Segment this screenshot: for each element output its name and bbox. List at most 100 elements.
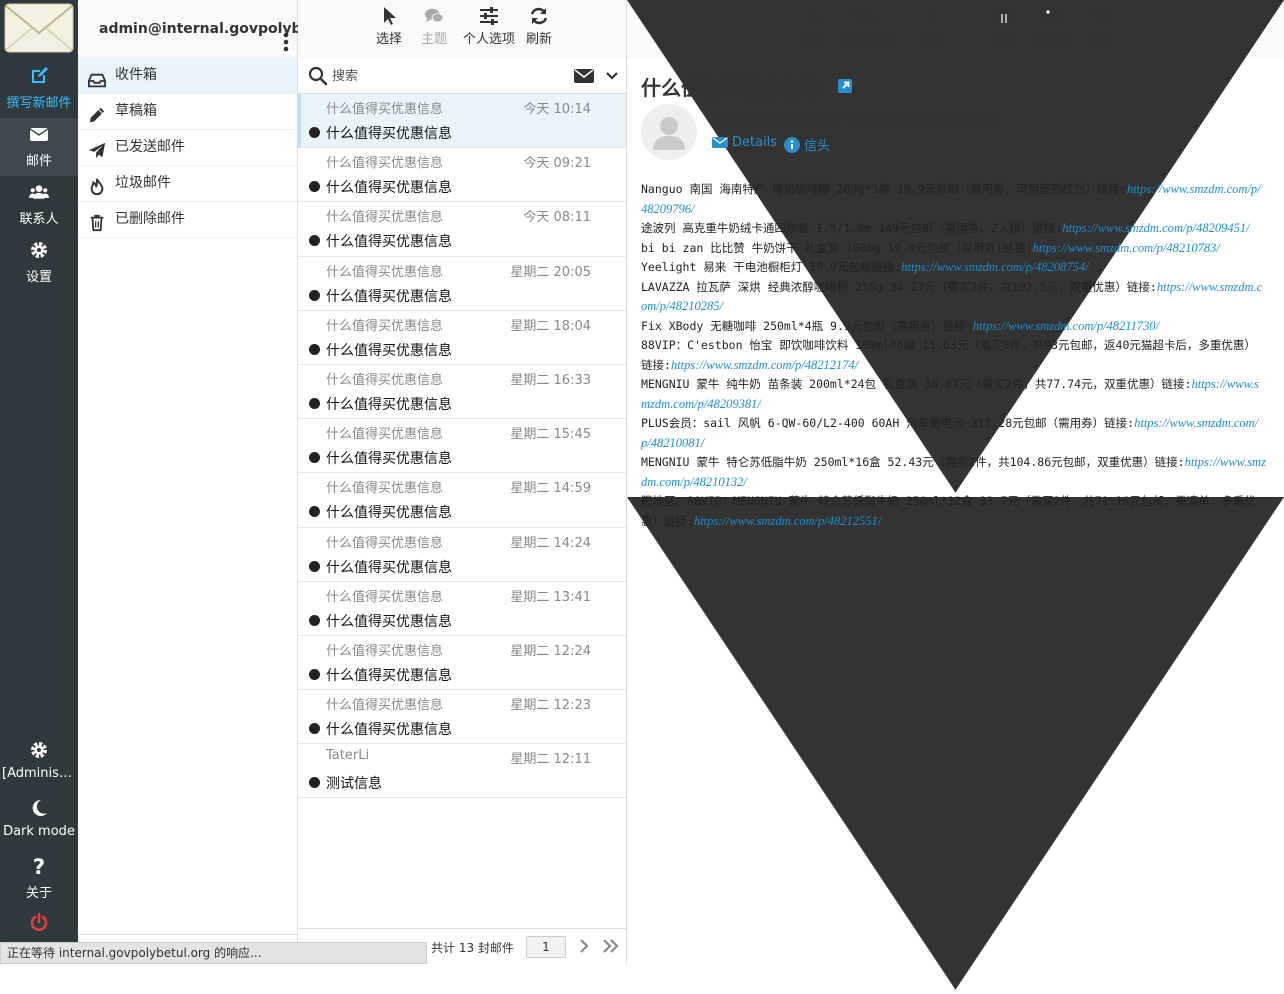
nav-about[interactable]: ? 关于 [0, 850, 78, 908]
message-sender: 什么值得买优惠信息 [326, 261, 443, 280]
message-date: 星期二 16:33 [510, 369, 591, 388]
folder-inbox[interactable]: 收件箱 [78, 58, 297, 94]
list-toolbar: 选择 主题 个人选项 刷新 [298, 0, 626, 58]
message-row[interactable]: 什么值得买优惠信息今天 08:11什么值得买优惠信息 [298, 202, 626, 256]
reply-all-label: 回复全部 [840, 32, 892, 47]
forward-button[interactable]: 转发 [920, 6, 946, 47]
envelope-filter-icon[interactable] [574, 68, 594, 84]
body-line: 88VIP：C'estbon 怡宝 即饮咖啡饮料 180ml*6罐 11.63元… [641, 336, 1266, 375]
fire-icon [88, 175, 106, 193]
next-page-icon[interactable] [577, 937, 591, 955]
threads-button[interactable]: 主题 [421, 6, 447, 47]
open-in-new-window-icon[interactable] [838, 79, 852, 93]
body-line-text: LAVAZZA 拉瓦萨 深烘 经典浓醇咖啡粉 250g 34.17元（需买3件，… [641, 280, 1157, 294]
reply-label: 回复 [799, 32, 825, 47]
body-line: MENGNIU 蒙牛 特仑苏低脂牛奶 250ml*16盒 52.43元（需买2件… [641, 453, 1266, 492]
body-line: bi bi zan 比比赞 牛奶饼干 礼盒装 1080g 19.9元包邮（需用券… [641, 239, 1266, 259]
deal-link[interactable]: https://www.smzdm.com/p/48211730/ [973, 319, 1159, 333]
admin-label: [Administra... [0, 766, 78, 781]
folder-inbox-label: 收件箱 [115, 67, 157, 83]
nav-administration[interactable]: [Administra... [0, 734, 78, 792]
unread-dot-icon[interactable] [309, 344, 320, 355]
headers-label: 信头 [804, 139, 830, 154]
message-count: 共计 13 封邮件 [431, 939, 514, 956]
message-sender: 什么值得买优惠信息 [326, 206, 443, 225]
page-number-input[interactable]: 1 [526, 936, 566, 958]
folder-junk[interactable]: 垃圾邮件 [78, 166, 297, 202]
deal-link[interactable]: https://www.smzdm.com/p/48210783/ [1033, 241, 1220, 255]
reply-all-button[interactable]: 回复全部 [840, 6, 892, 47]
search-input[interactable] [332, 64, 552, 88]
deal-link[interactable]: https://www.smzdm.com/p/48212551/ [694, 514, 881, 528]
deal-link[interactable]: https://www.smzdm.com/p/48209451/ [1062, 221, 1249, 235]
message-row[interactable]: 什么值得买优惠信息星期二 14:24什么值得买优惠信息 [298, 528, 626, 582]
message-row[interactable]: 什么值得买优惠信息星期二 16:33什么值得买优惠信息 [298, 365, 626, 419]
reply-button[interactable]: 回复 [799, 6, 825, 47]
message-row[interactable]: TaterLi星期二 12:11测试信息 [298, 744, 626, 798]
info-icon [784, 137, 800, 153]
unread-dot-icon[interactable] [309, 723, 320, 734]
folder-sent[interactable]: 已发送邮件 [78, 130, 297, 166]
unread-dot-icon[interactable] [309, 669, 320, 680]
message-row[interactable]: 什么值得买优惠信息今天 09:21什么值得买优惠信息 [298, 148, 626, 202]
compose-button[interactable]: 撰写新邮件 [0, 60, 78, 118]
options-button[interactable]: 个人选项 [463, 6, 515, 47]
details-label: Details [732, 135, 777, 150]
account-menu-icon[interactable] [283, 19, 289, 39]
deal-link[interactable]: https://www.smzdm.com/p/48212174/ [671, 358, 858, 372]
nav-mail[interactable]: 邮件 [0, 118, 78, 176]
cursor-icon [379, 6, 399, 26]
folder-drafts[interactable]: 草稿箱 [78, 94, 297, 130]
trash-icon [994, 6, 1014, 26]
body-line-text: MENGNIU 蒙牛 特仑苏低脂牛奶 250ml*16盒 52.43元（需买2件… [641, 455, 1185, 469]
unread-dot-icon[interactable] [309, 181, 320, 192]
unread-dot-icon[interactable] [309, 290, 320, 301]
message-row[interactable]: 什么值得买优惠信息星期二 14:59什么值得买优惠信息 [298, 473, 626, 527]
message-sender: 什么值得买优惠信息 [326, 98, 443, 117]
inbox-icon [88, 67, 106, 85]
logo-envelope-icon[interactable] [4, 3, 74, 53]
message-subject-line: 什么值得买优惠信息 [326, 340, 452, 360]
headers-link[interactable]: 信头 [784, 135, 830, 154]
reply-icon [802, 6, 822, 26]
message-row[interactable]: 什么值得买优惠信息星期二 12:24什么值得买优惠信息 [298, 636, 626, 690]
nav-contacts[interactable]: 联系人 [0, 176, 78, 234]
unread-dot-icon[interactable] [309, 235, 320, 246]
message-subject-line: 什么值得买优惠信息 [326, 448, 452, 468]
unread-dot-icon[interactable] [309, 777, 320, 788]
more-button[interactable]: 更多 [1088, 6, 1114, 47]
message-row[interactable]: 什么值得买优惠信息星期二 20:05什么值得买优惠信息 [298, 257, 626, 311]
message-sender: 什么值得买优惠信息 [326, 152, 443, 171]
details-link[interactable]: Details [712, 135, 777, 150]
message-row[interactable]: 什么值得买优惠信息星期二 15:45什么值得买优惠信息 [298, 419, 626, 473]
message-sender: 什么值得买优惠信息 [326, 315, 443, 334]
compose-icon [0, 66, 78, 90]
forward-dropdown-icon[interactable] [627, 497, 1284, 990]
refresh-button[interactable]: 刷新 [526, 6, 552, 47]
unread-dot-icon[interactable] [309, 398, 320, 409]
unread-dot-icon[interactable] [309, 561, 320, 572]
message-date: 今天 10:14 [523, 98, 591, 117]
mark-button[interactable]: 标记为 [1032, 6, 1071, 47]
message-row[interactable]: 什么值得买优惠信息星期二 18:04什么值得买优惠信息 [298, 311, 626, 365]
last-page-icon[interactable] [602, 937, 620, 955]
delete-button[interactable]: 删除 [991, 6, 1017, 47]
folder-trash[interactable]: 已删除邮件 [78, 202, 297, 238]
message-row[interactable]: 什么值得买优惠信息星期二 12:23什么值得买优惠信息 [298, 690, 626, 744]
unread-dot-icon[interactable] [309, 615, 320, 626]
nav-settings[interactable]: 设置 [0, 234, 78, 292]
message-subject-line: 什么值得买优惠信息 [326, 611, 452, 631]
deal-link[interactable]: https://www.smzdm.com/p/48208754/ [901, 260, 1088, 274]
chevron-down-icon[interactable] [606, 70, 618, 82]
nav-logout[interactable]: 注销 [0, 906, 78, 946]
unread-dot-icon[interactable] [309, 127, 320, 138]
select-button[interactable]: 选择 [376, 6, 402, 47]
unread-dot-icon[interactable] [309, 506, 320, 517]
nav-dark-mode[interactable]: Dark mode [0, 792, 78, 850]
select-label: 选择 [376, 32, 402, 47]
message-row[interactable]: 什么值得买优惠信息星期二 13:41什么值得买优惠信息 [298, 582, 626, 636]
message-row[interactable]: 什么值得买优惠信息今天 10:14什么值得买优惠信息 [298, 94, 626, 148]
unread-dot-icon[interactable] [309, 452, 320, 463]
search-icon[interactable] [308, 66, 328, 86]
message-toolbar: 回复 回复全部 转发 删除 标记为 更多 [627, 0, 1284, 58]
